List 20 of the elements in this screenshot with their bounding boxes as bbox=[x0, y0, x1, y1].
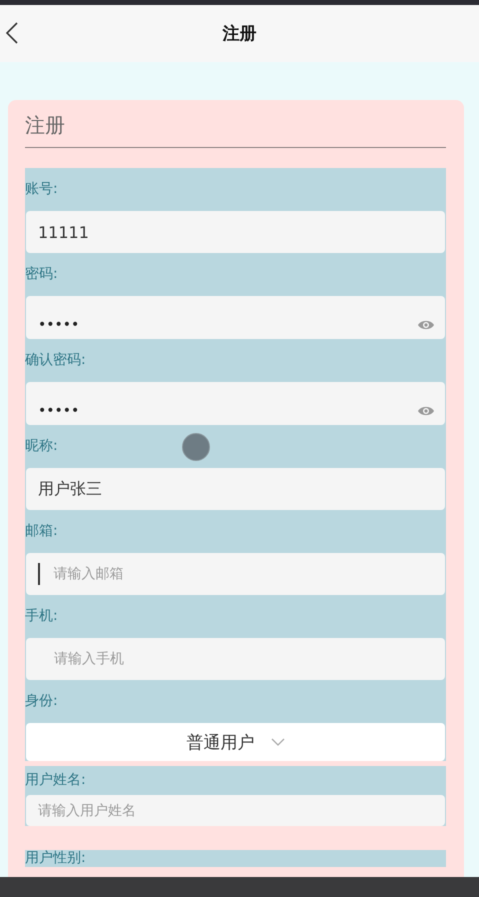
eye-icon[interactable] bbox=[417, 319, 435, 331]
eye-icon[interactable] bbox=[417, 405, 435, 417]
select-field[interactable]: 普通用户 bbox=[26, 723, 445, 761]
chevron-down-icon bbox=[270, 738, 284, 746]
field-label: 密码: bbox=[25, 265, 58, 284]
field-label: 账号: bbox=[25, 180, 58, 199]
input-field[interactable]: 11111 bbox=[26, 211, 445, 253]
password-field[interactable]: ••••• bbox=[26, 382, 445, 425]
field-label: 邮箱: bbox=[25, 522, 58, 541]
field-label: 用户性别: bbox=[25, 850, 86, 867]
field-label: 确认密码: bbox=[25, 351, 86, 370]
page-title: 注册 bbox=[222, 23, 256, 45]
field-label: 手机: bbox=[25, 607, 58, 626]
field-label: 身份: bbox=[25, 692, 58, 711]
back-icon bbox=[6, 22, 18, 44]
input-field[interactable]: 用户张三 bbox=[26, 468, 445, 510]
form-title: 注册 bbox=[25, 112, 446, 148]
field-label: 昵称: bbox=[25, 437, 58, 456]
password-field[interactable]: ••••• bbox=[26, 296, 445, 339]
field-label: 用户姓名: bbox=[25, 771, 86, 790]
